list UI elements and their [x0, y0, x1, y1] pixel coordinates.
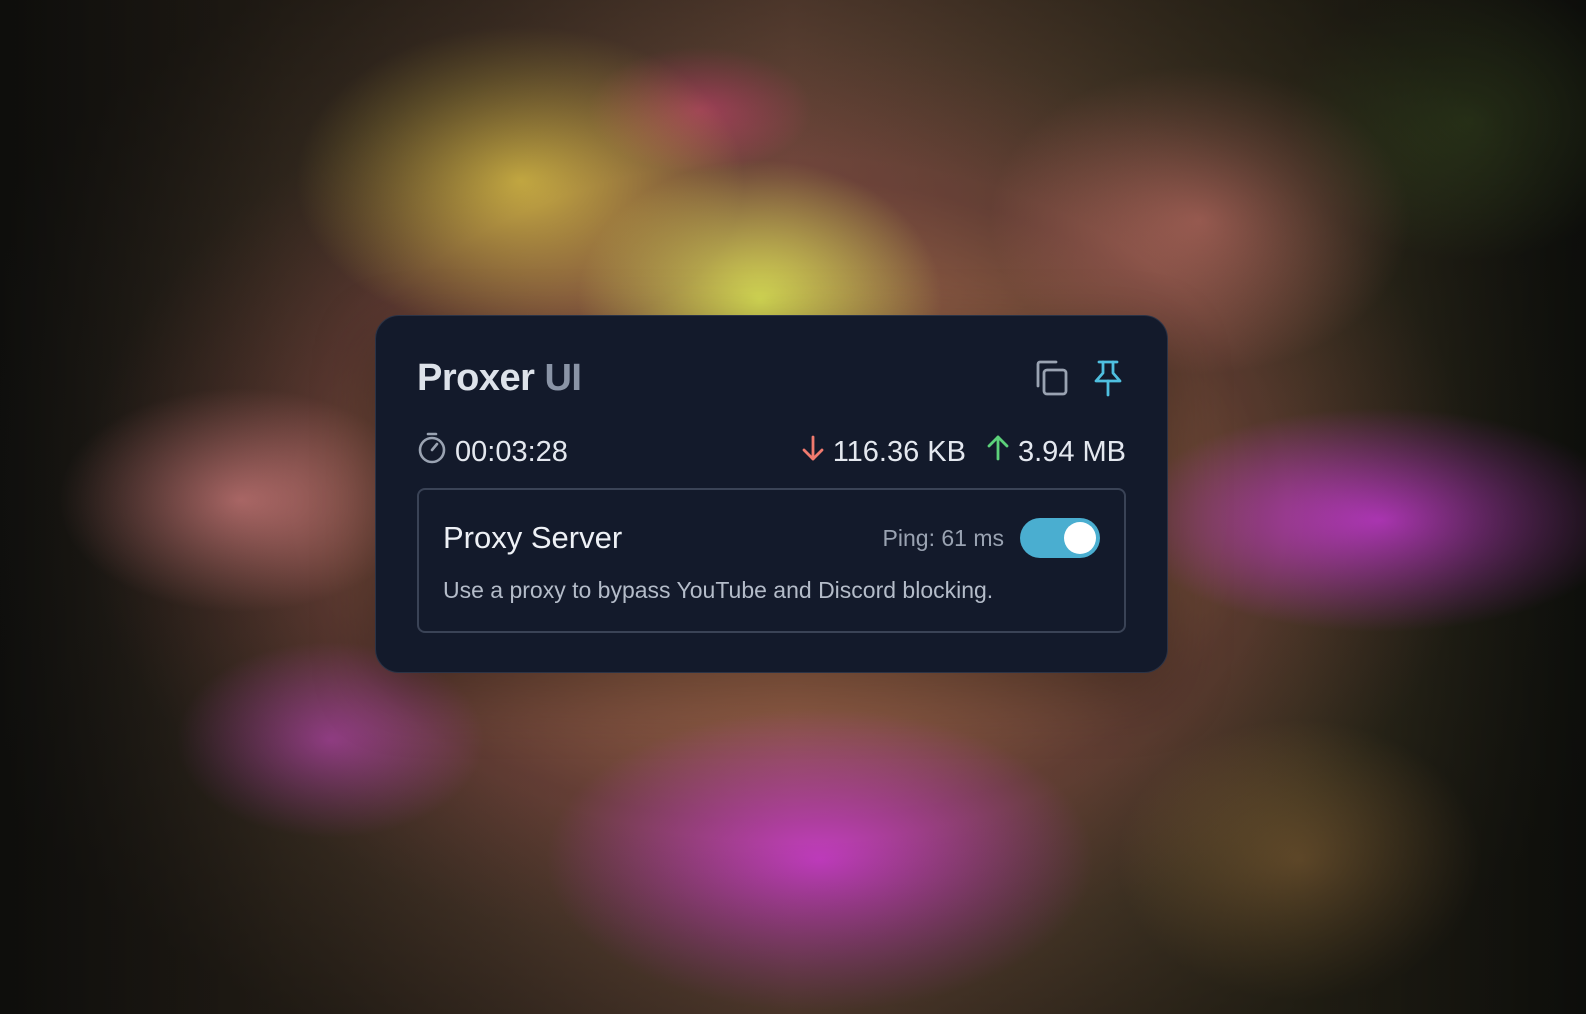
proxy-server-card: Proxy Server Ping: 61 ms Use a proxy to … — [417, 488, 1126, 633]
proxy-toggle[interactable] — [1020, 518, 1100, 558]
upload-arrow-icon — [984, 433, 1012, 471]
upload-value: 3.94 MB — [1018, 435, 1126, 468]
proxy-server-controls: Ping: 61 ms — [883, 518, 1100, 558]
timer-value: 00:03:28 — [455, 435, 568, 468]
proxer-panel: Proxer UI 00:03:28 116.36 KB 3.94 MB Pro… — [375, 315, 1168, 673]
toggle-knob — [1064, 522, 1096, 554]
session-stats: 00:03:28 116.36 KB 3.94 MB — [417, 432, 1126, 472]
panel-header: Proxer UI — [417, 354, 1126, 402]
proxy-server-description: Use a proxy to bypass YouTube and Discor… — [443, 577, 994, 603]
ping-value: Ping: 61 ms — [882, 524, 1004, 551]
app-title-secondary: UI — [544, 357, 582, 399]
session-timer: 00:03:28 — [417, 431, 568, 473]
pin-button[interactable] — [1088, 358, 1128, 398]
pin-icon — [1088, 358, 1128, 398]
traffic-stats: 116.36 KB 3.94 MB — [799, 433, 1126, 471]
app-title-primary: Proxer — [417, 357, 535, 399]
copy-icon — [1030, 358, 1070, 398]
copy-button[interactable] — [1030, 358, 1070, 398]
download-value: 116.36 KB — [832, 435, 966, 468]
proxy-server-title: Proxy Server — [443, 520, 623, 555]
app-title: Proxer UI — [417, 354, 582, 402]
download-arrow-icon — [799, 433, 827, 471]
header-actions — [1030, 358, 1128, 398]
stopwatch-icon — [417, 431, 447, 473]
